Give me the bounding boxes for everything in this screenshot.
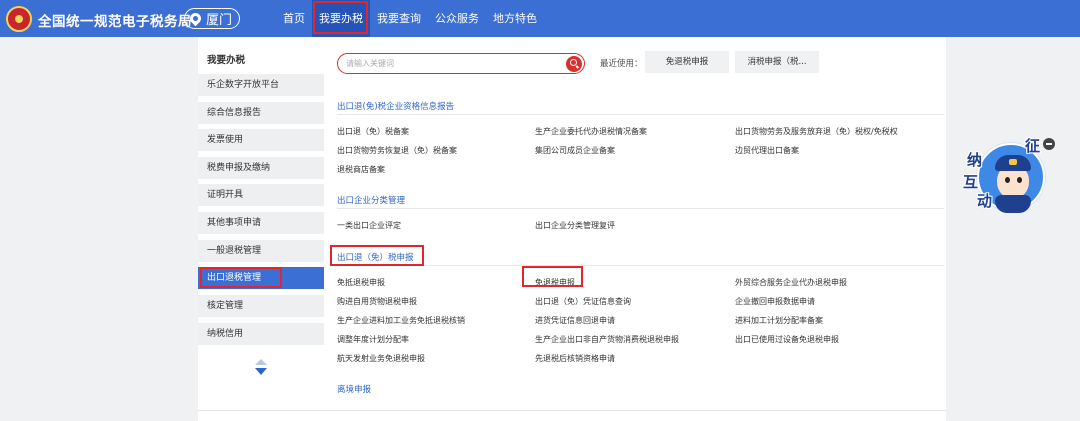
link-non-self-produced-refund[interactable]: 生产企业出口非自产货物消费税退税申报 xyxy=(535,334,679,345)
tax-bureau-logo-icon xyxy=(6,6,32,32)
link-self-use-goods-refund[interactable]: 购进自用货物退税申报 xyxy=(337,296,417,307)
section-title-classification: 出口企业分类管理 xyxy=(337,196,406,206)
sidebar-item-info-report[interactable]: 综合信息报告 xyxy=(198,102,324,124)
link-adjust-allocation-rate[interactable]: 调整年度计划分配率 xyxy=(337,334,409,345)
section-divider xyxy=(337,208,944,209)
nav-local-features[interactable]: 地方特色 xyxy=(486,0,544,37)
recent-item-exemption-refund[interactable]: 免退税申报 xyxy=(645,51,729,73)
highlight-box-nav xyxy=(313,1,368,34)
link-used-equipment-refund[interactable]: 出口已使用过设备免退税申报 xyxy=(735,334,839,345)
top-navigation-bar: 全国统一规范电子税务局 厦门 首页 我要办税 我要查询 公众服务 地方特色 xyxy=(0,0,1080,37)
sidebar-scroll-control[interactable] xyxy=(254,359,268,377)
nav-home[interactable]: 首页 xyxy=(276,0,312,37)
section-title-qualification: 出口退(免)税企业资格信息报告 xyxy=(337,102,455,112)
sidebar-item-certificate[interactable]: 证明开具 xyxy=(198,184,324,206)
widget-char-3: 互 xyxy=(963,173,979,191)
link-foreign-trade-service-refund[interactable]: 外贸综合服务企业代办退税申报 xyxy=(735,277,847,288)
content-bottom-rule xyxy=(198,410,946,411)
tax-interaction-widget[interactable]: 征 纳 互 动 xyxy=(963,135,1047,217)
highlight-box-link xyxy=(522,266,583,287)
link-waive-refund-right[interactable]: 出口货物劳务及服务放弃退（免）税权/免税权 xyxy=(735,126,898,137)
link-classification-review[interactable]: 出口企业分类管理复评 xyxy=(535,220,615,231)
sidebar-item-general-refund[interactable]: 一般退税管理 xyxy=(198,240,324,262)
link-class-one-rating[interactable]: 一类出口企业评定 xyxy=(337,220,401,231)
recent-label: 最近使用： xyxy=(600,59,643,69)
widget-char-4: 动 xyxy=(977,192,993,210)
search-button[interactable] xyxy=(566,56,582,72)
sidebar-item-tax-declaration[interactable]: 税费申报及缴纳 xyxy=(198,157,324,179)
scroll-down-icon[interactable] xyxy=(255,368,267,375)
page-margin-left xyxy=(0,37,198,421)
link-withdraw-declaration[interactable]: 企业撤回申报数据申请 xyxy=(735,296,815,307)
site-title: 全国统一规范电子税务局 xyxy=(38,14,192,30)
link-offset-refund-declaration[interactable]: 免抵退税申报 xyxy=(337,277,385,288)
location-pin-icon xyxy=(187,10,204,27)
widget-char-2: 纳 xyxy=(967,151,983,169)
link-entrusted-refund-filing[interactable]: 生产企业委托代办退税情况备案 xyxy=(535,126,647,137)
nav-public-service[interactable]: 公众服务 xyxy=(428,0,486,37)
section-divider xyxy=(337,114,944,115)
scroll-up-icon[interactable] xyxy=(255,359,267,365)
mascot-body xyxy=(995,195,1031,213)
sidebar-heading: 我要办税 xyxy=(207,55,246,66)
city-selector[interactable]: 厦门 xyxy=(184,8,240,29)
recent-item-consumption-tax[interactable]: 消税申报（税... xyxy=(735,51,819,73)
search-bar xyxy=(337,53,585,74)
highlight-box-section xyxy=(330,245,424,266)
sidebar-item-other-requests[interactable]: 其他事项申请 xyxy=(198,212,324,234)
link-refund-first-qualification[interactable]: 先退税后核销资格申请 xyxy=(535,353,615,364)
sidebar-item-leqi-platform[interactable]: 乐企数字开放平台 xyxy=(198,74,324,96)
link-voucher-rollback[interactable]: 进货凭证信息回退申请 xyxy=(535,315,615,326)
sidebar-item-assessment[interactable]: 核定管理 xyxy=(198,295,324,317)
link-refund-store-filing[interactable]: 退税商店备案 xyxy=(337,164,385,175)
sidebar-item-invoice[interactable]: 发票使用 xyxy=(198,129,324,151)
widget-char-1: 征 xyxy=(1025,137,1041,155)
link-space-launch-refund[interactable]: 航天发射业务免退税申报 xyxy=(337,353,425,364)
sidebar-item-tax-credit[interactable]: 纳税信用 xyxy=(198,323,324,345)
section-divider xyxy=(337,265,944,266)
search-icon xyxy=(570,59,577,66)
highlight-box-sidebar xyxy=(200,267,282,288)
mascot-eye xyxy=(1017,177,1022,183)
sidebar: 我要办税 乐企数字开放平台 综合信息报告 发票使用 税费申报及缴纳 证明开具 其… xyxy=(198,42,324,410)
link-processing-trade-writeoff[interactable]: 生产企业进料加工业务免抵退税核销 xyxy=(337,315,465,326)
link-border-trade-filing[interactable]: 边贸代理出口备案 xyxy=(735,145,799,156)
mascot-cap-icon xyxy=(995,155,1031,171)
link-group-member-filing[interactable]: 集团公司成员企业备案 xyxy=(535,145,615,156)
link-restore-refund-filing[interactable]: 出口货物劳务恢复退（免）税备案 xyxy=(337,145,457,156)
main-content: 最近使用： 免退税申报 消税申报（税... 出口退(免)税企业资格信息报告 出口… xyxy=(324,42,946,410)
page-margin-right xyxy=(946,37,1080,421)
mascot-eye xyxy=(1005,177,1010,183)
search-input[interactable] xyxy=(346,56,556,71)
link-allocation-rate-filing[interactable]: 进料加工计划分配率备案 xyxy=(735,315,823,326)
city-label: 厦门 xyxy=(206,13,233,28)
section-title-departure: 离境申报 xyxy=(337,385,372,395)
link-voucher-info-query[interactable]: 出口退（免）凭证信息查询 xyxy=(535,296,631,307)
nav-query[interactable]: 我要查询 xyxy=(370,0,428,37)
widget-close-icon[interactable] xyxy=(1043,138,1055,150)
link-export-refund-filing[interactable]: 出口退（免）税备案 xyxy=(337,126,409,137)
